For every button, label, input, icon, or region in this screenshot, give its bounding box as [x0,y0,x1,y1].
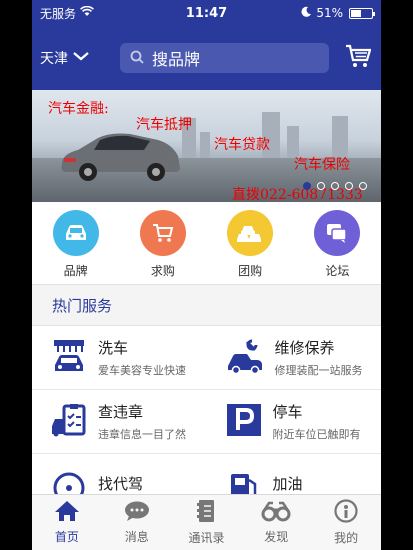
service-desc: 爱车美容专业快速 [98,364,186,377]
services-list: 洗车 爱车美容专业快速 维修保养 修理装配一站服务 查违章 违章信息一目了然 停… [32,326,381,518]
home-icon [54,500,80,525]
top-bar: 无服务 11:47 51% 天津 搜品牌 [32,0,381,90]
carousel-dot[interactable] [359,182,367,190]
carousel-dot[interactable] [317,182,325,190]
moon-icon [301,6,312,20]
service-name: 维修保养 [274,339,335,357]
carrier-label: 无服务 [40,6,77,21]
shortcut-purchase[interactable]: 求购 [128,210,198,279]
tab-contacts[interactable]: 通讯录 [172,495,242,550]
carousel-indicator[interactable] [303,182,367,190]
car-wash-icon [50,338,88,378]
service-violation[interactable]: 查违章 违章信息一目了然 [32,390,207,453]
cart-button[interactable] [343,43,373,73]
service-name: 停车 [272,403,303,421]
group-cars-icon [227,210,274,256]
city-label: 天津 [40,51,68,67]
wifi-icon [80,5,94,20]
tab-label: 通讯录 [188,531,225,545]
status-bar: 无服务 11:47 51% [32,0,381,26]
violation-icon [50,402,88,442]
search-input[interactable]: 搜品牌 [120,43,329,73]
shortcut-brand[interactable]: 品牌 [41,210,111,279]
shopping-cart-icon [345,44,372,72]
tab-label: 发现 [264,530,289,544]
banner-line-4: 汽车保险 [294,157,350,173]
chat-icon [314,210,361,256]
nav-bar: 天津 搜品牌 [32,26,381,90]
app-screen: 无服务 11:47 51% 天津 搜品牌 汽车金融: 汽车抵押 汽车贷款 汽车保… [32,0,381,550]
service-car-wash[interactable]: 洗车 爱车美容专业快速 [32,326,207,389]
shortcut-label: 团购 [238,264,263,278]
tab-discover[interactable]: 发现 [241,495,311,550]
shortcut-label: 论坛 [325,264,350,278]
service-desc: 附近车位已触即有 [272,428,361,441]
carousel-dot[interactable] [303,182,311,190]
service-parking[interactable]: 停车 附近车位已触即有 [207,390,382,453]
tab-label: 消息 [124,530,149,544]
shortcut-grid: 品牌 求购 团购 论坛 [32,202,381,284]
shortcut-forum[interactable]: 论坛 [302,210,372,279]
service-name: 找代驾 [98,475,144,493]
tab-profile[interactable]: 我的 [311,495,381,550]
section-title: 热门服务 [32,284,381,326]
carousel-dot[interactable] [345,182,353,190]
tab-label: 我的 [334,531,359,545]
promo-banner[interactable]: 汽车金融: 汽车抵押 汽车贷款 汽车保险 直拨022-60871333 [32,90,381,202]
discover-icon [261,500,291,525]
repair-icon [225,338,265,378]
service-name: 洗车 [98,339,129,357]
shortcut-group-buy[interactable]: 团购 [215,210,285,279]
carousel-dot[interactable] [331,182,339,190]
tab-label: 首页 [54,530,79,544]
chevron-down-icon [72,50,90,66]
tab-messages[interactable]: 消息 [102,495,172,550]
parking-icon [225,402,263,442]
service-name: 查违章 [98,403,144,421]
city-selector[interactable]: 天津 [40,48,120,68]
shortcut-label: 品牌 [63,264,88,278]
service-name: 加油 [272,475,303,493]
contacts-icon [195,499,217,526]
search-icon [130,49,144,68]
banner-line-2: 汽车抵押 [136,117,192,133]
search-placeholder: 搜品牌 [152,50,201,69]
tab-bar: 首页 消息 通讯录 发现 我的 [32,494,381,550]
cart-icon [139,210,186,256]
service-desc: 修理装配一站服务 [274,364,363,377]
service-repair[interactable]: 维修保养 修理装配一站服务 [207,326,382,389]
service-desc: 违章信息一目了然 [98,428,186,441]
battery-percent: 51% [316,6,343,20]
message-icon [123,500,151,525]
battery-icon [349,7,375,19]
car-image [61,133,180,181]
banner-line-1: 汽车金融: [48,101,109,117]
tab-home[interactable]: 首页 [32,495,102,550]
profile-icon [334,499,358,526]
car-icon [52,210,99,256]
shortcut-label: 求购 [150,264,175,278]
banner-line-3: 汽车贷款 [214,137,270,153]
